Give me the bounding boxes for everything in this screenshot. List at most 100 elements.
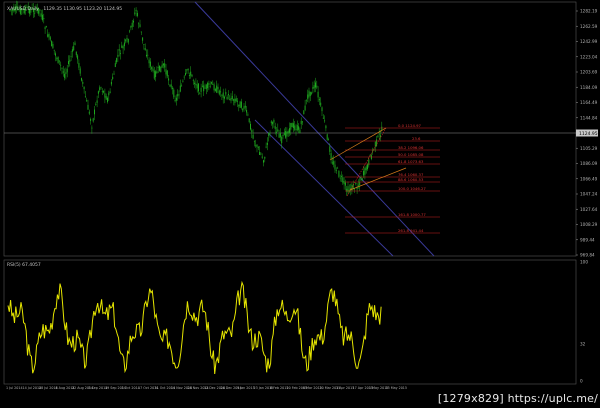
candle-body (230, 97, 232, 101)
candle-body (126, 37, 128, 40)
candle-body (161, 64, 163, 68)
candle-body (73, 46, 75, 51)
candle-body (304, 105, 306, 111)
candle-body (104, 93, 106, 98)
price-tick-label: 1203.69 (580, 70, 598, 75)
candle-body (198, 83, 199, 92)
candle-body (311, 92, 313, 94)
candle-body (122, 46, 124, 49)
candle-body (143, 44, 145, 45)
candle-body (92, 118, 94, 122)
price-tick-label: 1144.84 (580, 115, 598, 120)
candle-body (302, 121, 303, 123)
candle-body (216, 85, 218, 93)
candle-body (42, 14, 43, 21)
candle-body (247, 114, 249, 116)
candle-body (90, 118, 92, 121)
candle-body (253, 140, 255, 142)
price-tick-label: 1282.19 (580, 9, 598, 14)
candle-body (201, 85, 203, 87)
candle-body (367, 164, 368, 170)
candle-body (177, 94, 179, 97)
candle-body (194, 82, 196, 84)
rsi-tick-label: 0 (580, 379, 583, 384)
candle-body (244, 105, 246, 108)
candle-body (125, 39, 127, 42)
candle-body (133, 20, 134, 23)
candle-body (166, 70, 168, 77)
candle-body (173, 89, 175, 98)
candle-body (105, 96, 107, 100)
candle-body (135, 9, 137, 12)
candle-body (192, 79, 194, 81)
candle-body (170, 84, 172, 88)
candle-body (316, 85, 318, 88)
price-tick-label: 1047.24 (580, 192, 598, 197)
candle-body (291, 123, 293, 128)
candle-body (82, 82, 84, 84)
price-tick-label: 1223.04 (580, 54, 598, 59)
candle-body (318, 99, 320, 101)
candle-body (130, 26, 132, 28)
candle-body (335, 170, 337, 171)
candle-body (234, 98, 236, 103)
price-tick-label: 1262.59 (580, 24, 598, 29)
candle-body (248, 118, 250, 123)
candle-body (222, 92, 224, 98)
candle-body (252, 134, 254, 139)
candle-body (331, 162, 333, 164)
candle-body (165, 69, 167, 75)
candle-body (214, 89, 216, 91)
candle-body (225, 91, 227, 95)
candle-body (298, 126, 300, 130)
candle-body (108, 92, 110, 96)
candle-body (86, 100, 88, 102)
candle-body (142, 37, 144, 41)
candle-body (178, 94, 180, 96)
candle-body (255, 145, 257, 147)
candle-body (260, 153, 262, 155)
candle-body (168, 78, 170, 81)
candle-body (117, 54, 119, 57)
candle-body (217, 86, 219, 90)
candle-body (81, 78, 82, 81)
candle-body (64, 73, 66, 78)
candle-body (205, 84, 207, 90)
candle-body (77, 55, 79, 60)
candle-body (114, 63, 116, 68)
candle-body (286, 131, 288, 137)
candle-body (107, 97, 108, 103)
price-tick-label: 1008.29 (580, 222, 598, 227)
candle-body (326, 134, 328, 140)
candle-body (344, 182, 346, 186)
candle-body (343, 181, 345, 185)
candle-body (368, 159, 370, 166)
candle-body (68, 61, 69, 65)
candle-body (95, 104, 97, 106)
candle-body (292, 123, 294, 129)
candle-body (354, 188, 355, 190)
candle-body (377, 135, 379, 137)
candle-body (237, 100, 238, 102)
candle-body (53, 49, 55, 51)
candle-body (282, 135, 284, 137)
candle-body (103, 90, 105, 93)
price-tick-label: 989.44 (580, 237, 595, 242)
candle-body (313, 85, 315, 89)
candle-body (97, 91, 99, 94)
candle-body (61, 67, 63, 69)
candle-body (157, 66, 159, 68)
candle-body (334, 164, 336, 170)
candle-body (101, 91, 103, 93)
candle-body (34, 12, 36, 14)
candle-body (131, 22, 133, 27)
candle-body (52, 43, 54, 49)
candle-body (266, 142, 268, 145)
candle-body (299, 129, 301, 134)
candle-body (308, 90, 310, 98)
candle-body (317, 91, 319, 98)
trading-chart[interactable]: 0.0 1124.97 23.6 38.2 1096.06 50.0 1085.08 6… (0, 0, 600, 408)
candle-body (152, 68, 154, 72)
candle-body (65, 72, 67, 74)
candle-body (113, 73, 115, 75)
